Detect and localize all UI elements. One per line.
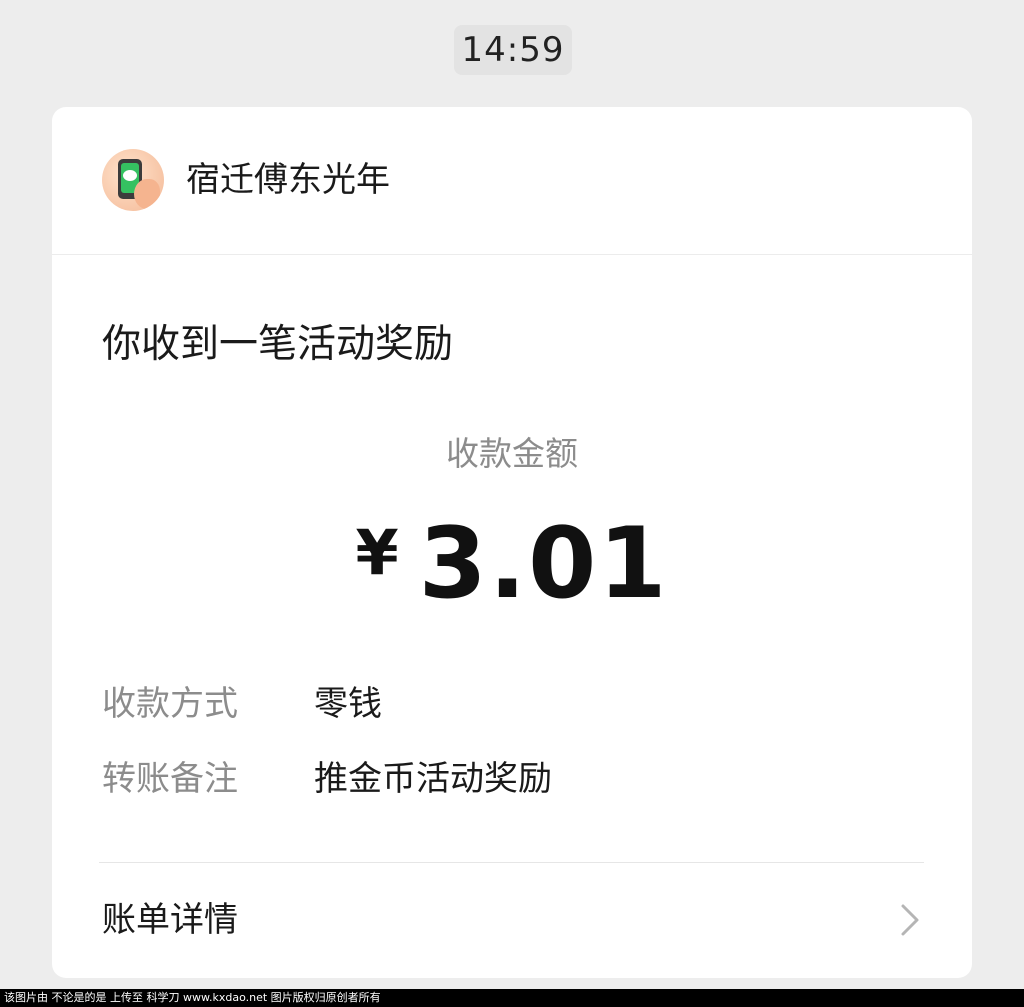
- message-timestamp: 14:59: [454, 25, 572, 75]
- reward-notification-card[interactable]: 宿迁傅东光年 你收到一笔活动奖励 收款金额 ¥3.01 收款方式 零钱 转账备注…: [52, 107, 972, 978]
- currency-symbol: ¥: [355, 516, 399, 589]
- card-header: 宿迁傅东光年: [52, 107, 972, 255]
- chat-bubble-icon: [123, 170, 137, 181]
- bill-details-link[interactable]: 账单详情: [52, 863, 972, 978]
- detail-key: 转账备注: [102, 759, 238, 799]
- chevron-right-icon: [901, 904, 919, 936]
- amount-label: 收款金额: [446, 434, 578, 473]
- notification-title: 你收到一笔活动奖励: [102, 322, 454, 367]
- watermark-footer: 该图片由 不论是的是 上传至 科学刀 www.kxdao.net 图片版权归原创…: [0, 989, 1024, 1007]
- amount-value: 3.01: [418, 507, 669, 621]
- detail-row-payment-method: 收款方式 零钱: [102, 677, 922, 731]
- chat-screen: 14:59 宿迁傅东光年 你收到一笔活动奖励 收款金额 ¥3.01 收款方式 零…: [0, 0, 1024, 1007]
- amount-display: ¥3.01: [52, 512, 972, 617]
- detail-value: 推金币活动奖励: [314, 759, 552, 799]
- hand-shape: [134, 179, 160, 209]
- merchant-name: 宿迁傅东光年: [186, 160, 390, 200]
- merchant-avatar-icon: [102, 149, 164, 211]
- detail-key: 收款方式: [102, 684, 238, 724]
- bill-details-label: 账单详情: [102, 900, 238, 940]
- detail-row-transfer-note: 转账备注 推金币活动奖励: [102, 752, 922, 806]
- detail-value: 零钱: [314, 684, 382, 724]
